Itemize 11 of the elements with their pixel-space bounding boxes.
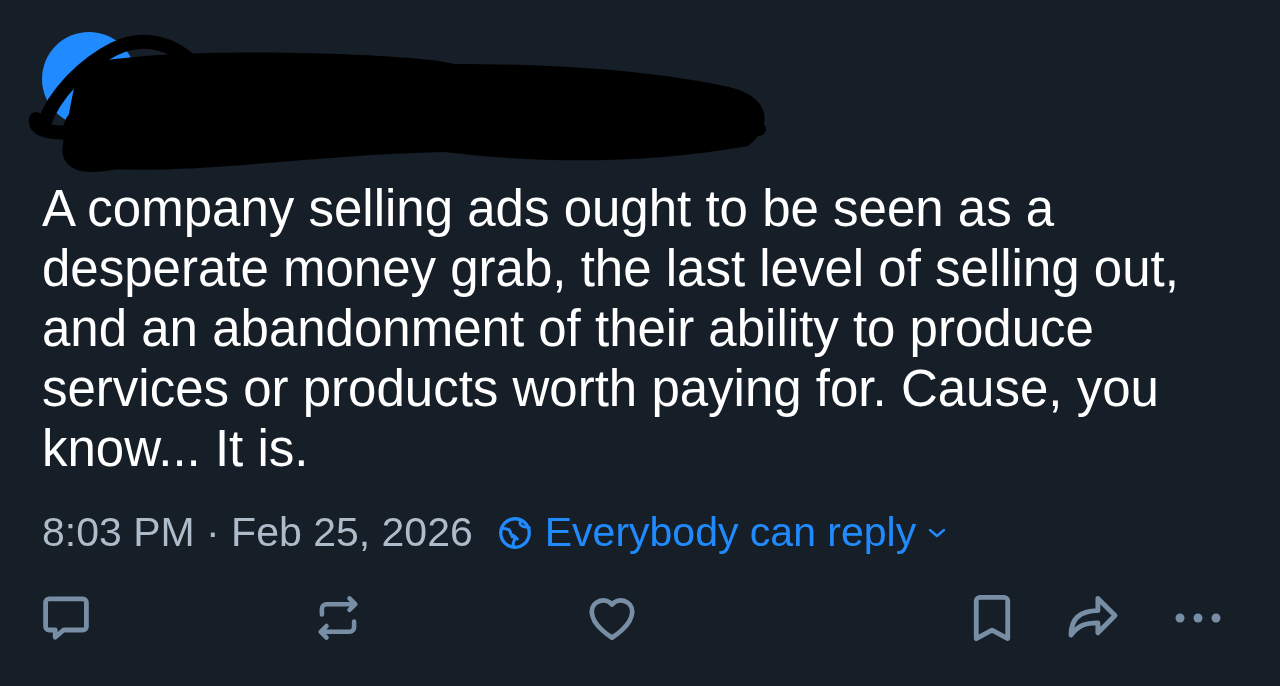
post-timestamp: 8:03 PM · Feb 25, 2026 <box>42 508 473 558</box>
more-dots-icon[interactable] <box>1174 612 1222 624</box>
bookmark-icon[interactable] <box>972 595 1012 641</box>
chevron-down-icon <box>928 528 947 538</box>
repost-arrows-icon[interactable] <box>315 595 361 641</box>
speech-bubble-icon[interactable] <box>42 594 90 642</box>
post-text: A company selling ads ought to be seen as a desperate money grab, the last level of selling out, and an abandonment of their ability to produce services or products worth paying for. Cause, you know... It is. <box>42 179 1180 479</box>
reply-setting-button[interactable]: Everybody can reply <box>496 502 947 564</box>
heart-icon[interactable] <box>588 596 636 640</box>
share-arrow-icon[interactable] <box>1066 596 1120 640</box>
globe-icon <box>496 515 533 551</box>
